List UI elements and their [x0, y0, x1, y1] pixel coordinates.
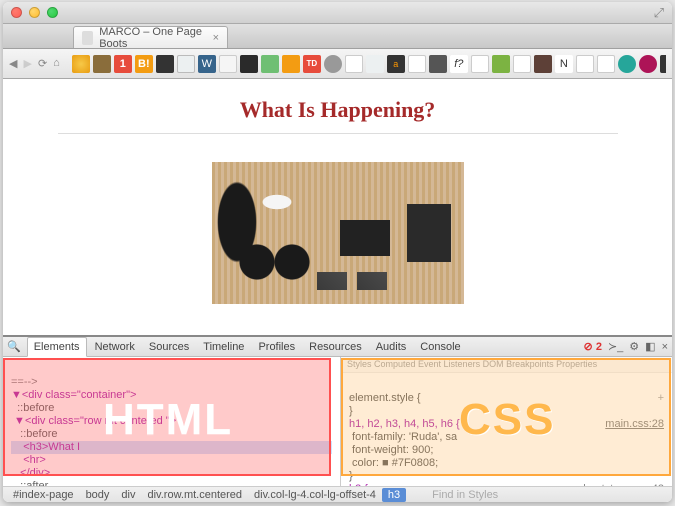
tab-console[interactable]: Console	[414, 338, 466, 356]
css-rules[interactable]: element.style {+ } h1, h2, h3, h4, h5, h…	[341, 373, 672, 486]
tab-timeline[interactable]: Timeline	[197, 338, 250, 356]
ext-icon[interactable]	[219, 55, 237, 73]
ext-icon[interactable]	[639, 55, 657, 73]
ext-icon[interactable]	[660, 55, 666, 73]
ext-icon[interactable]	[492, 55, 510, 73]
styles-subtabs[interactable]: Styles Computed Event Listeners DOM Brea…	[341, 357, 672, 373]
ext-icon[interactable]	[177, 55, 195, 73]
settings-icon[interactable]: ⚙	[629, 340, 639, 353]
ext-icon[interactable]: B!	[135, 55, 153, 73]
ext-icon[interactable]	[534, 55, 552, 73]
styles-panel[interactable]: Styles Computed Event Listeners DOM Brea…	[341, 357, 672, 486]
crumb[interactable]: div	[115, 489, 141, 501]
dom-tree[interactable]: ==--> ▼<div class="container"> ::before …	[3, 357, 340, 486]
ext-icon[interactable]	[429, 55, 447, 73]
tab-resources[interactable]: Resources	[303, 338, 368, 356]
browser-tab[interactable]: MARCO – One Page Boots ×	[73, 26, 228, 48]
ext-icon[interactable]: TD	[303, 55, 321, 73]
devtools-panels: ==--> ▼<div class="container"> ::before …	[3, 357, 672, 486]
ext-icon[interactable]	[72, 55, 90, 73]
tab-audits[interactable]: Audits	[370, 338, 413, 356]
ext-icon[interactable]: W	[198, 55, 216, 73]
devtools-tabbar: 🔍 Elements Network Sources Timeline Prof…	[3, 337, 672, 357]
favicon	[82, 31, 93, 45]
dock-icon[interactable]: ◧	[645, 340, 655, 353]
add-rule-icon[interactable]: +	[658, 392, 664, 405]
divider	[58, 133, 618, 134]
ext-icon[interactable]	[345, 55, 363, 73]
tab-elements[interactable]: Elements	[27, 337, 87, 357]
zoom-window-button[interactable]	[47, 7, 58, 18]
ext-icon[interactable]: 1	[114, 55, 132, 73]
ext-icon[interactable]	[576, 55, 594, 73]
breadcrumbs[interactable]: #index-page body div div.row.mt.centered…	[3, 486, 672, 502]
drawer-icon[interactable]: ≻_	[608, 340, 623, 353]
hero-image	[212, 162, 464, 304]
traffic-lights	[11, 7, 58, 18]
minimize-window-button[interactable]	[29, 7, 40, 18]
home-button[interactable]: ⌂	[53, 57, 60, 70]
close-window-button[interactable]	[11, 7, 22, 18]
ext-icon[interactable]	[597, 55, 615, 73]
crumb[interactable]: body	[80, 489, 116, 501]
close-devtools-icon[interactable]: ×	[662, 341, 668, 353]
titlebar: ⤢	[3, 2, 672, 24]
ext-icon[interactable]	[240, 55, 258, 73]
ext-icon[interactable]	[618, 55, 636, 73]
elements-panel[interactable]: ==--> ▼<div class="container"> ::before …	[3, 357, 341, 486]
ext-icon[interactable]: a	[387, 55, 405, 73]
tab-sources[interactable]: Sources	[143, 338, 195, 356]
ext-icon[interactable]	[156, 55, 174, 73]
page-content: What Is Happening?	[3, 79, 672, 335]
back-button[interactable]: ◀	[9, 57, 17, 70]
ext-icon[interactable]	[471, 55, 489, 73]
crumb-active[interactable]: h3	[382, 488, 406, 502]
ext-icon[interactable]: N	[555, 55, 573, 73]
ext-icon[interactable]	[282, 55, 300, 73]
tab-title: MARCO – One Page Boots	[99, 26, 206, 50]
crumb[interactable]: div.row.mt.centered	[141, 489, 248, 501]
reload-button[interactable]: ⟳	[38, 57, 47, 70]
ext-icon[interactable]	[261, 55, 279, 73]
ext-icon[interactable]	[93, 55, 111, 73]
extensions-bar: 1 B! W TD a f? N	[72, 55, 666, 73]
crumb[interactable]: div.col-lg-4.col-lg-offset-4	[248, 489, 382, 501]
nav-buttons: ◀ ▶ ⟳ ⌂	[9, 57, 60, 70]
find-in-styles[interactable]: Find in Styles	[426, 489, 504, 501]
devtools: 🔍 Elements Network Sources Timeline Prof…	[3, 335, 672, 502]
ext-icon[interactable]	[366, 55, 384, 73]
crumb[interactable]: #index-page	[7, 489, 80, 501]
tab-bar: MARCO – One Page Boots ×	[3, 24, 672, 49]
ext-icon[interactable]	[324, 55, 342, 73]
forward-button[interactable]: ▶	[23, 57, 31, 70]
browser-window: ⤢ MARCO – One Page Boots × ◀ ▶ ⟳ ⌂ 1 B! …	[3, 2, 672, 502]
ext-icon[interactable]	[408, 55, 426, 73]
toolbar: ◀ ▶ ⟳ ⌂ 1 B! W TD a f?	[3, 49, 672, 79]
inspect-icon[interactable]: 🔍	[7, 340, 21, 353]
error-count[interactable]: ⊘ 2	[584, 340, 602, 353]
ext-icon[interactable]: f?	[450, 55, 468, 73]
page-heading: What Is Happening?	[240, 97, 436, 123]
tab-profiles[interactable]: Profiles	[252, 338, 301, 356]
close-tab-icon[interactable]: ×	[213, 32, 219, 44]
tab-network[interactable]: Network	[89, 338, 141, 356]
ext-icon[interactable]	[513, 55, 531, 73]
fullscreen-icon[interactable]: ⤢	[654, 5, 664, 21]
